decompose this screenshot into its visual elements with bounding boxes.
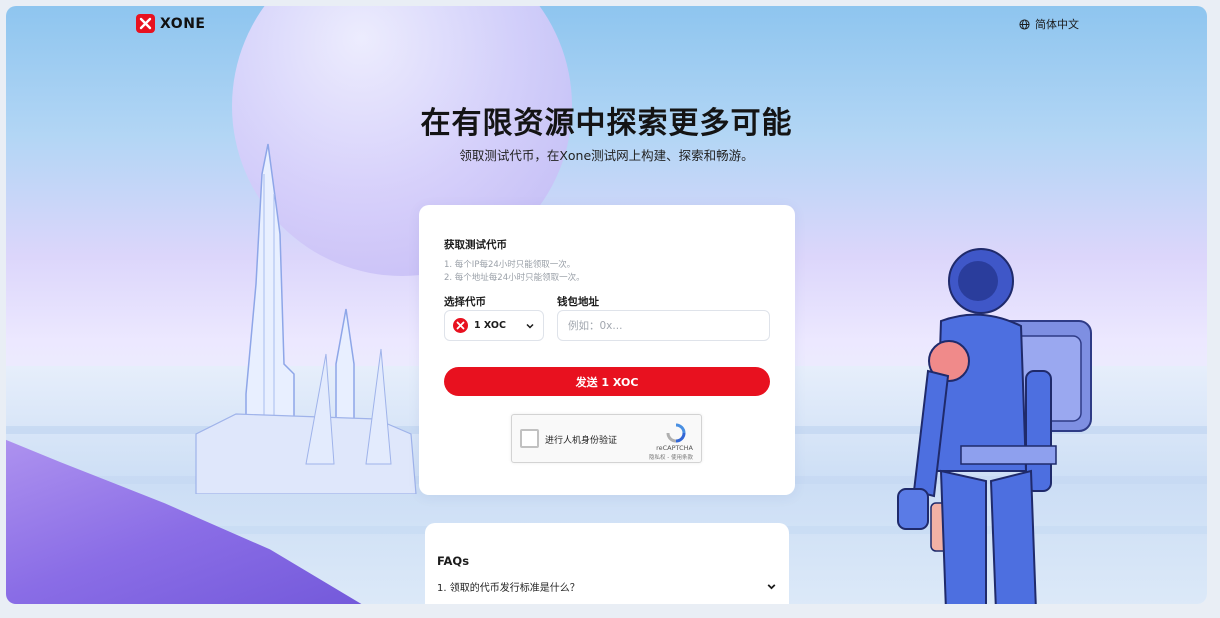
recaptcha-brand: reCAPTCHA — [656, 444, 693, 452]
faq-title: FAQs — [437, 554, 470, 568]
xoc-token-icon — [453, 318, 468, 333]
page-window: XONE 简体中文 在有限资源中探索更多可能 领取测试代币，在Xone测试网上构… — [6, 6, 1207, 604]
send-button[interactable]: 发送 1 XOC — [444, 367, 770, 396]
recaptcha-icon — [666, 423, 686, 443]
token-select-value: 1 XOC — [474, 320, 506, 331]
token-label: 选择代币 — [444, 296, 486, 308]
wallet-address-input[interactable] — [557, 310, 770, 341]
chevron-down-icon — [526, 323, 534, 329]
faq-item[interactable]: 1. 领取的代币发行标准是什么？ — [437, 578, 777, 594]
astronaut-illustration — [897, 248, 1092, 604]
recaptcha-links[interactable]: 隐私权 - 使用条款 — [649, 453, 693, 461]
faq-question: 1. 领取的代币发行标准是什么？ — [437, 582, 580, 594]
token-select[interactable]: 1 XOC — [444, 310, 544, 341]
recaptcha-checkbox[interactable] — [520, 429, 539, 448]
city-tower-illustration — [195, 143, 417, 494]
xone-logo-icon — [136, 14, 155, 33]
language-label: 简体中文 — [1035, 18, 1079, 31]
faucet-title: 获取测试代币 — [444, 239, 507, 251]
faq-card: FAQs 1. 领取的代币发行标准是什么？ — [425, 523, 789, 604]
wallet-label: 钱包地址 — [557, 296, 599, 308]
logo-text: XONE — [160, 15, 206, 32]
faucet-rule: 2. 每个地址每24小时只能领取一次。 — [444, 273, 585, 283]
faucet-card: 获取测试代币 1. 每个IP每24小时只能领取一次。 2. 每个地址每24小时只… — [419, 205, 795, 495]
recaptcha-label: 进行人机身份验证 — [545, 436, 618, 446]
language-switcher[interactable]: 简体中文 — [1019, 16, 1079, 32]
faucet-rule: 1. 每个IP每24小时只能领取一次。 — [444, 260, 576, 270]
xone-logo[interactable]: XONE — [136, 14, 205, 33]
recaptcha-widget: 进行人机身份验证 reCAPTCHA 隐私权 - 使用条款 — [511, 414, 702, 463]
hero-title: 在有限资源中探索更多可能 — [420, 106, 793, 141]
chevron-down-icon — [767, 583, 776, 589]
globe-icon — [1019, 18, 1030, 30]
hero-subtitle: 领取测试代币，在Xone测试网上构建、探索和畅游。 — [459, 148, 754, 163]
